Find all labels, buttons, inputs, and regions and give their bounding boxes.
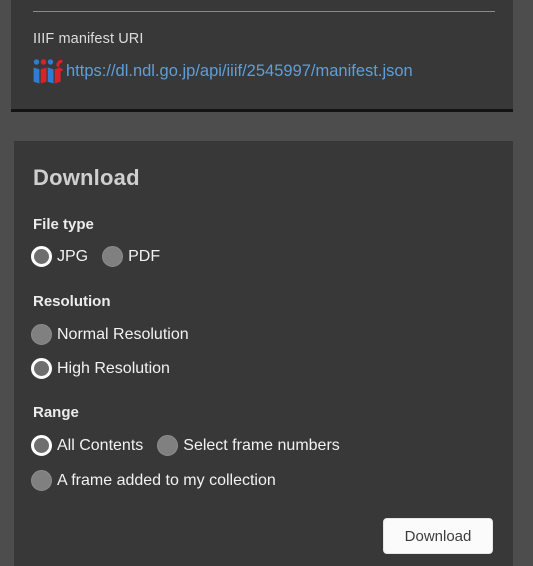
iiif-manifest-link-row: https://dl.ndl.go.jp/api/iiif/2545997/ma… (32, 58, 413, 84)
range-radio-row-second: A frame added to my collection (31, 470, 276, 491)
radio-label-high-resolution: High Resolution (57, 360, 170, 377)
download-panel: Download File type JPG PDF Resolution No… (14, 141, 513, 566)
iiif-manifest-label: IIIF manifest URI (33, 31, 144, 47)
radio-option-high-resolution[interactable]: High Resolution (31, 358, 170, 379)
radio-indicator-frame-in-my-collection[interactable] (31, 470, 52, 491)
download-button[interactable]: Download (383, 518, 493, 554)
radio-indicator-pdf[interactable] (102, 246, 124, 267)
radio-label-pdf: PDF (128, 248, 161, 265)
radio-indicator-high-resolution[interactable] (31, 358, 52, 379)
iiif-logo-icon (32, 58, 66, 84)
range-radio-row-first: All Contents Select frame numbers (31, 435, 340, 456)
resolution-radio-group-high: High Resolution (31, 358, 170, 379)
radio-option-frame-in-my-collection[interactable]: A frame added to my collection (31, 470, 276, 491)
radio-label-jpg: JPG (57, 248, 89, 265)
radio-label-all-contents: All Contents (57, 437, 144, 454)
radio-indicator-select-frame-numbers[interactable] (157, 435, 179, 456)
iiif-manifest-link[interactable]: https://dl.ndl.go.jp/api/iiif/2545997/ma… (66, 58, 413, 84)
radio-indicator-jpg[interactable] (31, 246, 52, 267)
radio-option-pdf[interactable]: PDF (102, 246, 160, 267)
file-type-radio-group: JPG PDF (31, 246, 160, 267)
radio-option-all-contents[interactable]: All Contents (31, 435, 143, 456)
file-type-group-label: File type (33, 216, 94, 233)
resolution-radio-group-normal: Normal Resolution (31, 324, 189, 345)
download-panel-title: Download (33, 165, 140, 190)
range-group-label: Range (33, 404, 79, 421)
iiif-manifest-panel: IIIF manifest URI https://dl.ndl.go.jp/a… (11, 0, 513, 112)
section-divider (33, 11, 495, 12)
radio-label-frame-in-my-collection: A frame added to my collection (57, 472, 276, 489)
resolution-group-label: Resolution (33, 293, 111, 310)
radio-option-jpg[interactable]: JPG (31, 246, 88, 267)
radio-indicator-normal-resolution[interactable] (31, 324, 52, 345)
radio-option-normal-resolution[interactable]: Normal Resolution (31, 324, 189, 345)
radio-label-normal-resolution: Normal Resolution (57, 326, 189, 343)
radio-indicator-all-contents[interactable] (31, 435, 52, 456)
radio-option-select-frame-numbers[interactable]: Select frame numbers (157, 435, 340, 456)
radio-label-select-frame-numbers: Select frame numbers (183, 437, 340, 454)
